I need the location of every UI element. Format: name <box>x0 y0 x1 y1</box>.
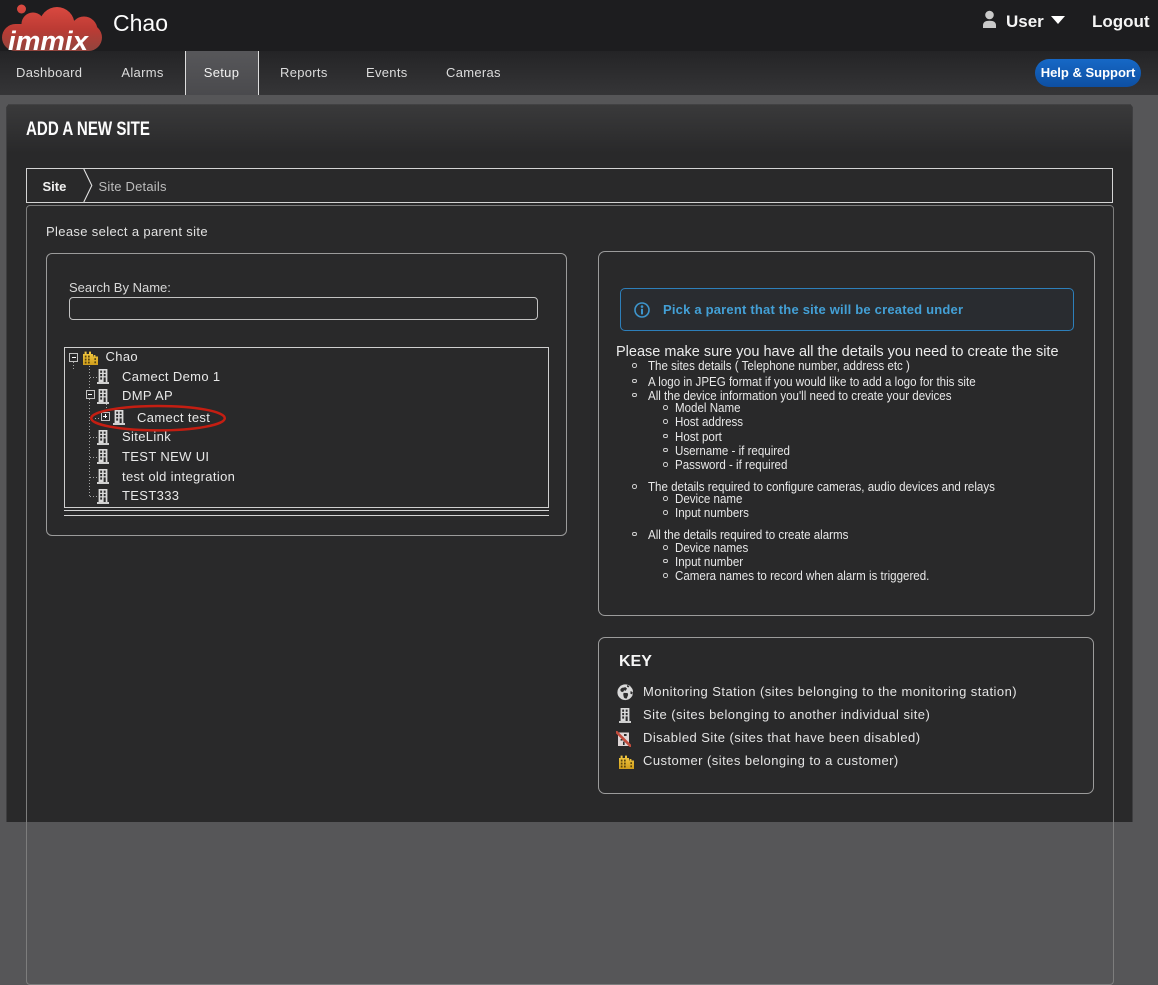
svg-text:immix: immix <box>8 26 89 51</box>
